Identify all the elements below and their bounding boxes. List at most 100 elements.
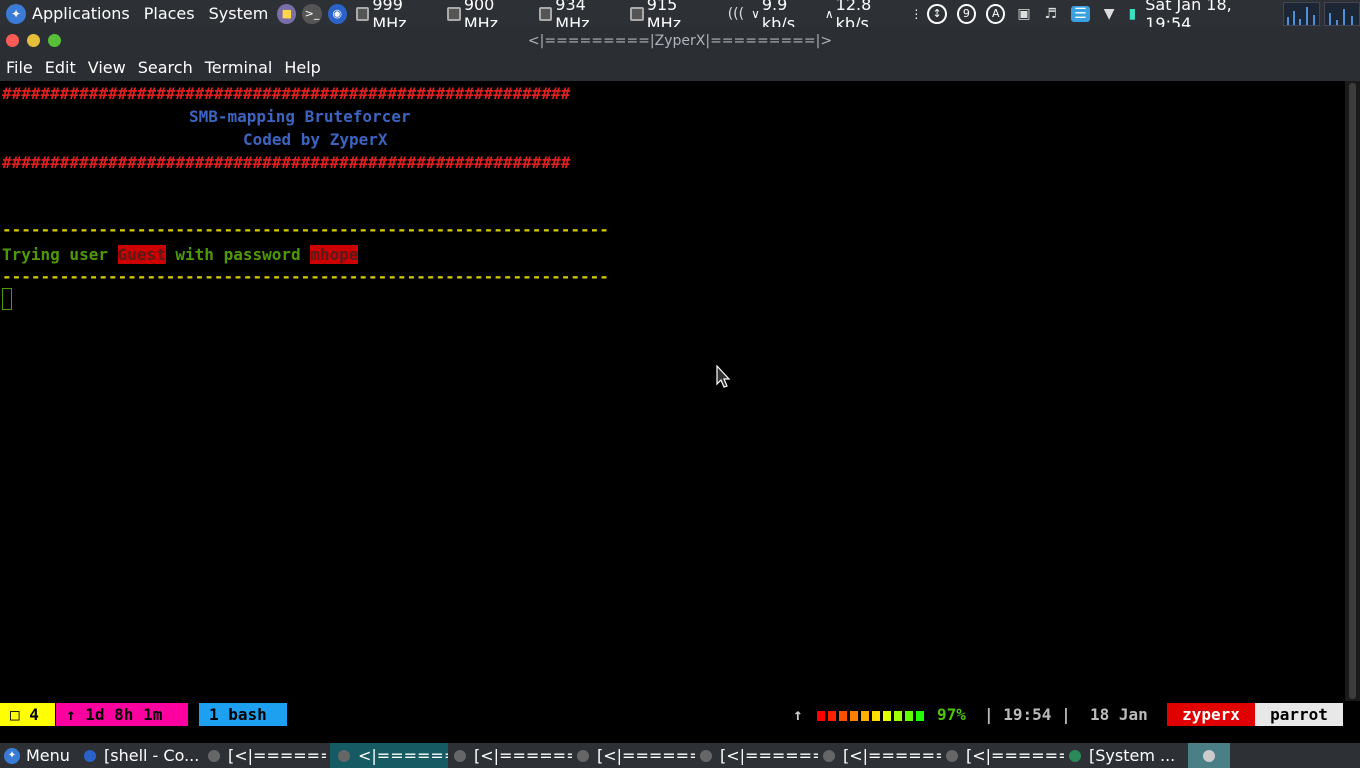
tmux-hostname: parrot [1255,703,1343,726]
taskbar-item-label: [<|======... [474,746,572,765]
taskbar-item[interactable]: [System ... [1069,743,1179,768]
taskbar-item-label: [System ... [1089,746,1176,765]
tmux-time: | 19:54 | [984,705,1071,724]
menu-file[interactable]: File [6,58,33,77]
browser-launcher-icon[interactable]: ◉ [327,3,347,24]
tmux-date: 18 Jan [1090,705,1148,724]
terminal-icon [208,749,220,762]
dash-line-bottom: ----------------------------------------… [2,267,609,286]
terminal-icon [338,749,350,762]
cpu-chip-icon [630,6,644,21]
taskbar-menu-label: Menu [26,746,70,765]
tmux-uptime: ↑ 1d 8h 1m [56,703,188,726]
display-icon[interactable]: ▣ [1017,6,1030,22]
taskbar-item-label: <|======... [358,746,448,765]
taskbar-item-active[interactable]: <|======... [330,743,448,768]
taskbar-item-label: [<|======... [597,746,695,765]
applications-menu[interactable]: ✦ Applications [0,3,144,24]
parrot-logo-icon: ✦ [6,3,26,24]
notification-count-badge[interactable]: 9 [956,3,977,24]
menu-search[interactable]: Search [138,58,193,77]
battery-bar-icon [850,711,858,721]
taskbar-item-label: [<|======... [228,746,326,765]
battery-bar-icon [839,711,847,721]
wifi-icon[interactable]: ▼ [1104,6,1115,22]
menubar: File Edit View Search Terminal Help [0,54,1360,81]
tried-username: Guest [117,245,166,264]
battery-bar-icon [883,711,891,721]
battery-bar-icon [828,711,836,721]
cpu-chip-icon [355,6,370,21]
battery-bar-icon [861,711,869,721]
tmux-window-count: □ 4 [0,703,55,726]
taskbar-item[interactable]: [<|======... [700,743,818,768]
banner-title: SMB-mapping Bruteforcer [189,107,411,126]
taskbar-item[interactable]: [shell - Co... [84,743,204,768]
files-launcher-icon[interactable]: ■ [277,3,297,24]
terminal-icon [946,749,958,762]
terminal-icon [577,749,589,762]
top-panel: ✦ Applications Places System ■ >_ ◉ 999 … [0,0,1360,33]
update-icon[interactable]: ↕ [927,3,947,24]
parrot-menu-icon: ✦ [4,747,20,764]
notes-icon[interactable]: ☰ [1071,5,1090,22]
taskbar-item[interactable]: [<|======... [577,743,695,768]
tried-password: mhope [310,245,359,264]
menu-view[interactable]: View [88,58,126,77]
window-title: <|=========|ZyperX|=========|> [527,33,833,49]
taskbar-item[interactable]: [<|======... [823,743,941,768]
separator-icon: ⋮ [910,6,923,21]
hash-border-top: ########################################… [2,84,571,103]
taskbar-item-label: [<|======... [966,746,1064,765]
accessibility-badge[interactable]: A [986,3,1006,24]
system-monitor-icon [1069,749,1081,762]
terminal-icon [454,749,466,762]
taskbar-item-label: [<|======... [843,746,941,765]
menu-help[interactable]: Help [284,58,320,77]
scrollbar-thumb[interactable] [1349,83,1356,699]
dash-line-top: ----------------------------------------… [2,220,609,239]
menu-terminal[interactable]: Terminal [205,58,273,77]
workspace-switcher[interactable] [1188,743,1230,768]
tmux-battery-percent: 97% [937,705,966,724]
taskbar-menu-button[interactable]: ✦ Menu [0,743,80,768]
terminal-area[interactable]: ########################################… [0,81,1345,701]
places-menu[interactable]: Places [144,4,195,23]
cpu-chip-icon [538,6,553,21]
workspace-icon [1203,749,1215,762]
hash-border-bottom: ########################################… [2,153,571,172]
battery-bar-icon [894,711,902,721]
browser-icon [84,749,96,762]
with-password-text: with password [165,245,311,264]
taskbar-item-label: [shell - Co... [104,746,200,765]
trying-line: Trying user Guest with password mhope [2,245,359,265]
taskbar-item[interactable]: [<|======... [946,743,1064,768]
applications-label: Applications [32,4,130,23]
terminal-icon [823,749,835,762]
battery-bar-icon [817,711,825,721]
cpu-graph-icon [1283,1,1320,26]
net-graph-icon [1323,1,1360,26]
tmux-window-tab[interactable]: 1 bash [199,703,287,726]
terminal-launcher-icon[interactable]: >_ [302,3,322,24]
mouse-pointer-icon [716,365,731,388]
battery-icon[interactable]: ▮ [1129,6,1137,22]
wireless-signal-icon: ((( [727,5,745,22]
battery-bar-icon [916,711,924,721]
terminal-scrollbar[interactable] [1345,81,1360,701]
taskbar-item-label: [<|======... [720,746,818,765]
tmux-status-bar: □ 4 ↑ 1d 8h 1m 1 bash ↑ 97% | 19:54 | 18… [0,703,1345,726]
tmux-up-arrow: ↑ [793,705,803,724]
terminal-icon [700,749,712,762]
taskbar: ✦ Menu [shell - Co... [<|======... <|===… [0,743,1360,768]
menu-edit[interactable]: Edit [45,58,76,77]
window-titlebar: <|=========|ZyperX|=========|> [0,27,1360,54]
trying-prefix: Trying user [2,245,118,264]
tmux-username: zyperx [1167,703,1255,726]
volume-icon[interactable]: ♬ [1045,6,1058,22]
net-up-arrow-icon: ∧ [824,6,834,21]
system-menu[interactable]: System [209,4,269,23]
taskbar-item[interactable]: [<|======... [208,743,326,768]
taskbar-item[interactable]: [<|======... [454,743,572,768]
banner-author: Coded by ZyperX [243,130,388,149]
